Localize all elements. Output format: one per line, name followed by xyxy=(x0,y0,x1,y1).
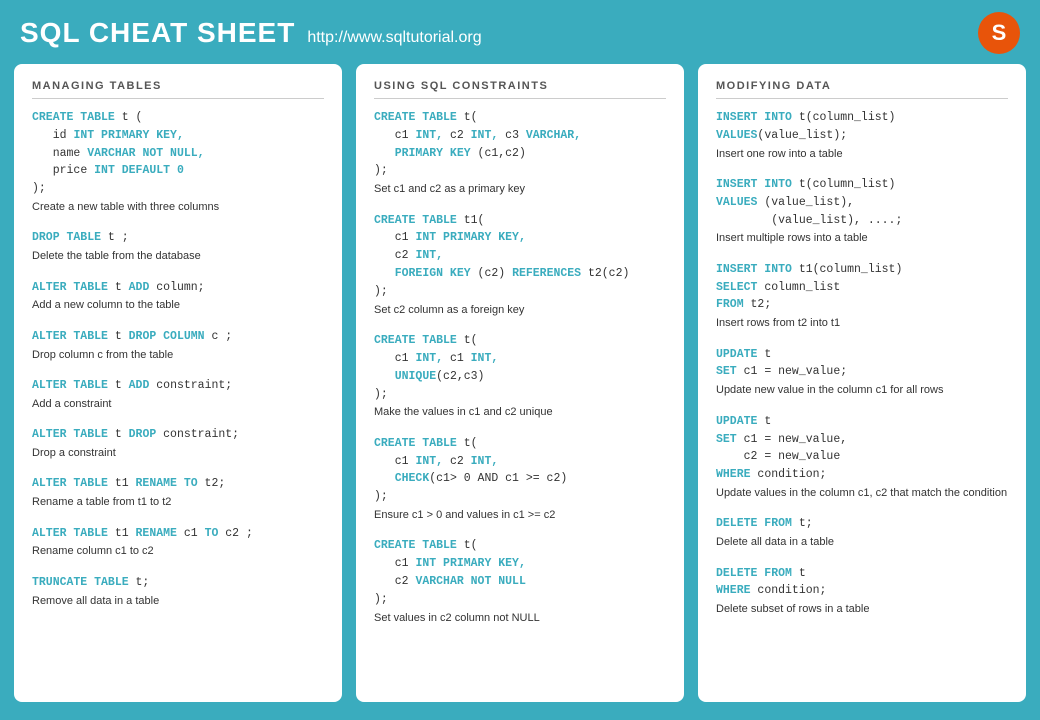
code-primary-key: CREATE TABLE t( c1 INT, c2 INT, c3 VARCH… xyxy=(374,109,666,180)
header-url: http://www.sqltutorial.org xyxy=(307,29,481,47)
section-alter-drop-col: ALTER TABLE t DROP COLUMN c ; Drop colum… xyxy=(32,328,324,363)
section-alter-drop-constraint: ALTER TABLE t DROP constraint; Drop a co… xyxy=(32,426,324,461)
section-drop-table: DROP TABLE t ; Delete the table from the… xyxy=(32,229,324,264)
logo-icon: S xyxy=(978,12,1020,54)
code-insert-many: INSERT INTO t(column_list) VALUES (value… xyxy=(716,176,1008,229)
desc-alter-add-constraint: Add a constraint xyxy=(32,397,324,412)
code-delete-all: DELETE FROM t; xyxy=(716,515,1008,533)
desc-alter-add-col: Add a new column to the table xyxy=(32,298,324,313)
code-alter-rename-col: ALTER TABLE t1 RENAME c1 TO c2 ; xyxy=(32,525,324,543)
section-delete-all: DELETE FROM t; Delete all data in a tabl… xyxy=(716,515,1008,550)
desc-alter-drop-constraint: Drop a constraint xyxy=(32,446,324,461)
section-unique: CREATE TABLE t( c1 INT, c1 INT, UNIQUE(c… xyxy=(374,332,666,421)
desc-unique: Make the values in c1 and c2 unique xyxy=(374,405,666,420)
code-alter-drop-col: ALTER TABLE t DROP COLUMN c ; xyxy=(32,328,324,346)
code-foreign-key: CREATE TABLE t1( c1 INT PRIMARY KEY, c2 … xyxy=(374,212,666,301)
header: SQL CHEAT SHEET http://www.sqltutorial.o… xyxy=(0,0,1040,64)
desc-not-null: Set values in c2 column not NULL xyxy=(374,611,666,626)
code-create-table: CREATE TABLE t ( id INT PRIMARY KEY, nam… xyxy=(32,109,324,198)
code-alter-rename-table: ALTER TABLE t1 RENAME TO t2; xyxy=(32,475,324,493)
desc-delete-where: Delete subset of rows in a table xyxy=(716,602,1008,617)
section-foreign-key: CREATE TABLE t1( c1 INT PRIMARY KEY, c2 … xyxy=(374,212,666,318)
code-drop-table: DROP TABLE t ; xyxy=(32,229,324,247)
section-alter-add-constraint: ALTER TABLE t ADD constraint; Add a cons… xyxy=(32,377,324,412)
code-check: CREATE TABLE t( c1 INT, c2 INT, CHECK(c1… xyxy=(374,435,666,506)
panel-modifying-data: MODIFYING DATA INSERT INTO t(column_list… xyxy=(698,64,1026,702)
code-insert-one: INSERT INTO t(column_list) VALUES(value_… xyxy=(716,109,1008,145)
section-alter-add-col: ALTER TABLE t ADD column; Add a new colu… xyxy=(32,279,324,314)
section-create-table: CREATE TABLE t ( id INT PRIMARY KEY, nam… xyxy=(32,109,324,215)
section-primary-key: CREATE TABLE t( c1 INT, c2 INT, c3 VARCH… xyxy=(374,109,666,198)
section-insert-select: INSERT INTO t1(column_list) SELECT colum… xyxy=(716,261,1008,332)
section-not-null: CREATE TABLE t( c1 INT PRIMARY KEY, c2 V… xyxy=(374,537,666,626)
panel-title-modifying-data: MODIFYING DATA xyxy=(716,80,1008,99)
code-truncate-table: TRUNCATE TABLE t; xyxy=(32,574,324,592)
desc-alter-rename-col: Rename column c1 to c2 xyxy=(32,544,324,559)
panel-sql-constraints: USING SQL CONSTRAINTS CREATE TABLE t( c1… xyxy=(356,64,684,702)
desc-insert-select: Insert rows from t2 into t1 xyxy=(716,316,1008,331)
desc-foreign-key: Set c2 column as a foreign key xyxy=(374,303,666,318)
desc-update-all: Update new value in the column c1 for al… xyxy=(716,383,1008,398)
desc-insert-one: Insert one row into a table xyxy=(716,147,1008,162)
desc-update-where: Update values in the column c1, c2 that … xyxy=(716,486,1008,501)
desc-primary-key: Set c1 and c2 as a primary key xyxy=(374,182,666,197)
code-insert-select: INSERT INTO t1(column_list) SELECT colum… xyxy=(716,261,1008,314)
desc-insert-many: Insert multiple rows into a table xyxy=(716,231,1008,246)
code-unique: CREATE TABLE t( c1 INT, c1 INT, UNIQUE(c… xyxy=(374,332,666,403)
section-check: CREATE TABLE t( c1 INT, c2 INT, CHECK(c1… xyxy=(374,435,666,524)
section-update-where: UPDATE t SET c1 = new_value, c2 = new_va… xyxy=(716,413,1008,502)
code-alter-add-col: ALTER TABLE t ADD column; xyxy=(32,279,324,297)
content-area: MANAGING TABLES CREATE TABLE t ( id INT … xyxy=(0,64,1040,716)
header-left: SQL CHEAT SHEET http://www.sqltutorial.o… xyxy=(20,17,482,49)
code-update-all: UPDATE t SET c1 = new_value; xyxy=(716,346,1008,382)
desc-drop-table: Delete the table from the database xyxy=(32,249,324,264)
code-delete-where: DELETE FROM t WHERE condition; xyxy=(716,565,1008,601)
section-alter-rename-table: ALTER TABLE t1 RENAME TO t2; Rename a ta… xyxy=(32,475,324,510)
panel-title-managing-tables: MANAGING TABLES xyxy=(32,80,324,99)
code-alter-drop-constraint: ALTER TABLE t DROP constraint; xyxy=(32,426,324,444)
section-alter-rename-col: ALTER TABLE t1 RENAME c1 TO c2 ; Rename … xyxy=(32,525,324,560)
code-alter-add-constraint: ALTER TABLE t ADD constraint; xyxy=(32,377,324,395)
code-not-null: CREATE TABLE t( c1 INT PRIMARY KEY, c2 V… xyxy=(374,537,666,608)
desc-alter-rename-table: Rename a table from t1 to t2 xyxy=(32,495,324,510)
code-update-where: UPDATE t SET c1 = new_value, c2 = new_va… xyxy=(716,413,1008,484)
desc-check: Ensure c1 > 0 and values in c1 >= c2 xyxy=(374,508,666,523)
section-insert-many: INSERT INTO t(column_list) VALUES (value… xyxy=(716,176,1008,247)
desc-alter-drop-col: Drop column c from the table xyxy=(32,348,324,363)
desc-create-table: Create a new table with three columns xyxy=(32,200,324,215)
desc-truncate-table: Remove all data in a table xyxy=(32,594,324,609)
section-update-all: UPDATE t SET c1 = new_value; Update new … xyxy=(716,346,1008,399)
page-title: SQL CHEAT SHEET xyxy=(20,17,295,49)
desc-delete-all: Delete all data in a table xyxy=(716,535,1008,550)
panel-title-sql-constraints: USING SQL CONSTRAINTS xyxy=(374,80,666,99)
section-delete-where: DELETE FROM t WHERE condition; Delete su… xyxy=(716,565,1008,618)
section-truncate-table: TRUNCATE TABLE t; Remove all data in a t… xyxy=(32,574,324,609)
section-insert-one: INSERT INTO t(column_list) VALUES(value_… xyxy=(716,109,1008,162)
panel-managing-tables: MANAGING TABLES CREATE TABLE t ( id INT … xyxy=(14,64,342,702)
